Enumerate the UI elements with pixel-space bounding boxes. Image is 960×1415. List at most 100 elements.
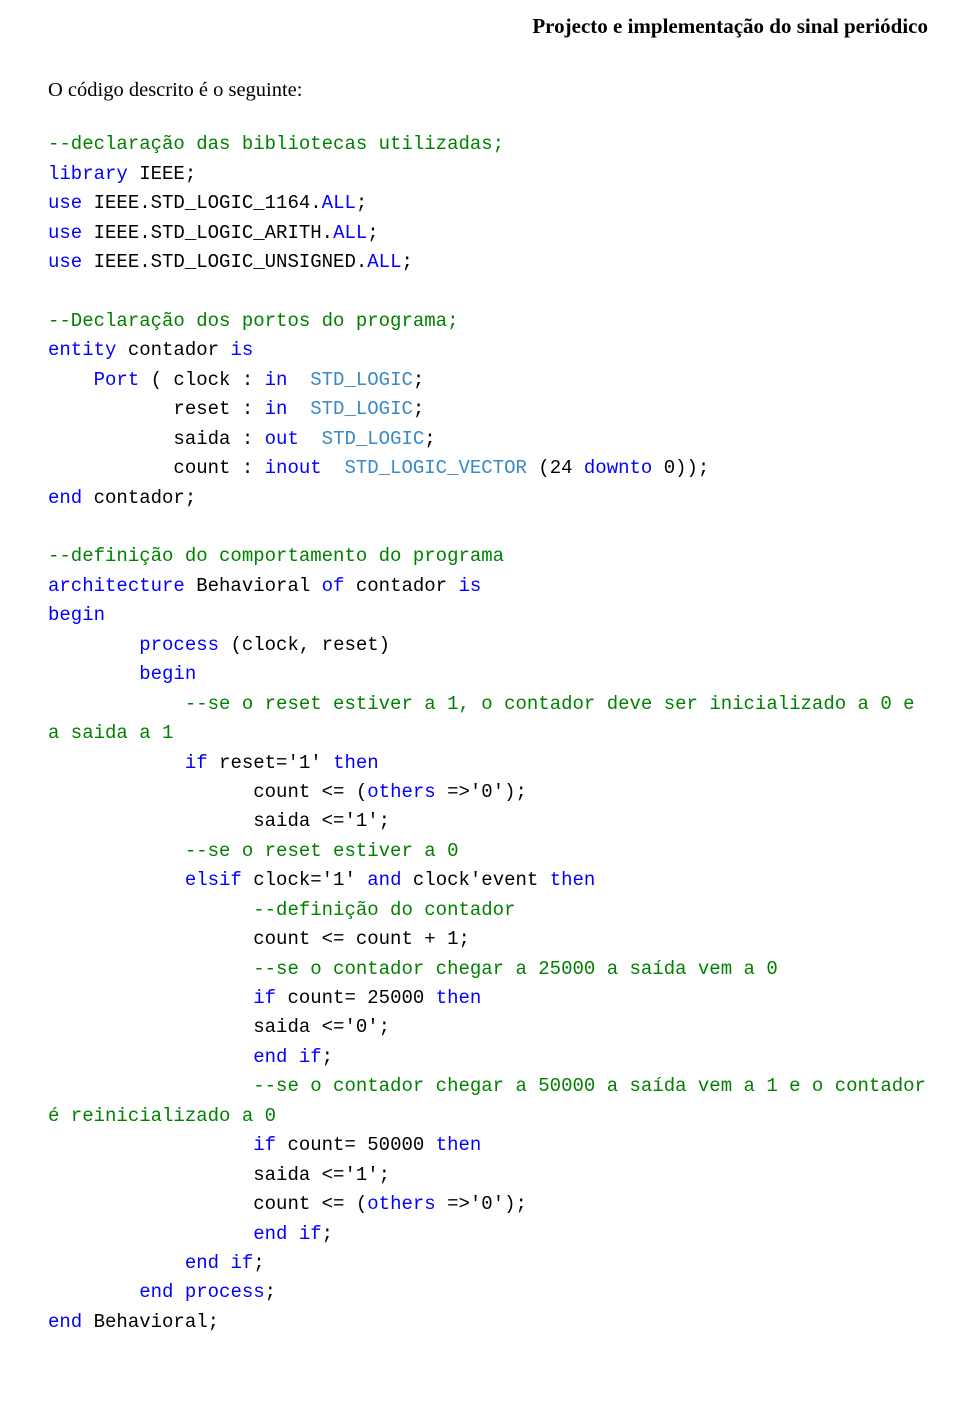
kw-end: end bbox=[48, 487, 82, 509]
txt: (24 bbox=[527, 457, 584, 479]
kw-is: is bbox=[230, 339, 253, 361]
kw-inout: inout bbox=[265, 457, 322, 479]
kw-if: if bbox=[299, 1223, 322, 1245]
kw-end: end bbox=[48, 1311, 82, 1333]
kw-library: library bbox=[48, 163, 128, 185]
txt: IEEE; bbox=[128, 163, 196, 185]
kw-elsif: elsif bbox=[48, 869, 242, 891]
kw-entity: entity bbox=[48, 339, 116, 361]
txt: count= 25000 bbox=[276, 987, 436, 1009]
kw-then: then bbox=[436, 1134, 482, 1156]
txt: ; bbox=[322, 1223, 333, 1245]
kw-end: end bbox=[48, 1252, 219, 1274]
kw-downto: downto bbox=[584, 457, 652, 479]
txt: ; bbox=[356, 192, 367, 214]
kw-in: in bbox=[265, 369, 288, 391]
kw-of: of bbox=[322, 575, 345, 597]
txt: IEEE.STD_LOGIC_UNSIGNED. bbox=[82, 251, 367, 273]
txt: IEEE.STD_LOGIC_ARITH. bbox=[82, 222, 333, 244]
txt: 0)); bbox=[652, 457, 709, 479]
txt: clock'event bbox=[401, 869, 549, 891]
kw-use: use bbox=[48, 222, 82, 244]
txt: count <= ( bbox=[48, 781, 367, 803]
txt: count= 50000 bbox=[276, 1134, 436, 1156]
txt: Behavioral; bbox=[82, 1311, 219, 1333]
kw-if: if bbox=[48, 752, 208, 774]
kw-and: and bbox=[367, 869, 401, 891]
kw-all: ALL bbox=[367, 251, 401, 273]
type-stdlogic: STD_LOGIC bbox=[299, 428, 424, 450]
kw-is: is bbox=[459, 575, 482, 597]
type-stdlogic: STD_LOGIC bbox=[287, 369, 412, 391]
txt: ; bbox=[413, 369, 424, 391]
txt: ; bbox=[253, 1252, 264, 1274]
txt bbox=[287, 1223, 298, 1245]
kw-begin: begin bbox=[48, 663, 196, 685]
kw-process: process bbox=[185, 1281, 265, 1303]
txt: saida : bbox=[48, 428, 265, 450]
txt: clock='1' bbox=[242, 869, 367, 891]
txt: ( clock : bbox=[139, 369, 264, 391]
txt: saida <='1'; bbox=[48, 810, 390, 832]
txt: ; bbox=[424, 428, 435, 450]
txt: contador; bbox=[82, 487, 196, 509]
txt: (clock, reset) bbox=[219, 634, 390, 656]
intro-text: O código descrito é o seguinte: bbox=[48, 75, 928, 107]
kw-out: out bbox=[265, 428, 299, 450]
kw-if: if bbox=[299, 1046, 322, 1068]
kw-end: end bbox=[48, 1281, 173, 1303]
kw-all: ALL bbox=[333, 222, 367, 244]
page-header: Projecto e implementação do sinal periód… bbox=[48, 10, 928, 43]
comment-reset1: --se o reset estiver a 1, o contador dev… bbox=[48, 693, 926, 744]
txt: =>'0'); bbox=[436, 781, 527, 803]
txt: IEEE.STD_LOGIC_1164. bbox=[82, 192, 321, 214]
txt: ; bbox=[401, 251, 412, 273]
txt: =>'0'); bbox=[436, 1193, 527, 1215]
kw-then: then bbox=[436, 987, 482, 1009]
kw-architecture: architecture bbox=[48, 575, 185, 597]
txt: count : bbox=[48, 457, 265, 479]
txt: ; bbox=[413, 398, 424, 420]
comment-defcnt: --definição do contador bbox=[48, 899, 515, 921]
txt: count <= ( bbox=[48, 1193, 367, 1215]
code-block: --declaração das bibliotecas utilizadas;… bbox=[48, 130, 928, 1337]
kw-use: use bbox=[48, 251, 82, 273]
comment-50000: --se o contador chegar a 50000 a saída v… bbox=[48, 1075, 937, 1126]
kw-in: in bbox=[265, 398, 288, 420]
kw-if: if bbox=[48, 987, 276, 1009]
txt: contador bbox=[344, 575, 458, 597]
txt bbox=[287, 1046, 298, 1068]
txt: saida <='1'; bbox=[48, 1164, 390, 1186]
txt: saida <='0'; bbox=[48, 1016, 390, 1038]
kw-process: process bbox=[48, 634, 219, 656]
kw-end: end bbox=[48, 1046, 287, 1068]
kw-then: then bbox=[333, 752, 379, 774]
txt: count <= count + 1; bbox=[48, 928, 470, 950]
kw-all: ALL bbox=[322, 192, 356, 214]
txt: ; bbox=[265, 1281, 276, 1303]
type-stdlogic: STD_LOGIC bbox=[287, 398, 412, 420]
kw-if: if bbox=[230, 1252, 253, 1274]
kw-use: use bbox=[48, 192, 82, 214]
txt bbox=[173, 1281, 184, 1303]
kw-others: others bbox=[367, 1193, 435, 1215]
comment-reset0: --se o reset estiver a 0 bbox=[48, 840, 458, 862]
txt: contador bbox=[116, 339, 230, 361]
txt: reset='1' bbox=[208, 752, 333, 774]
kw-then: then bbox=[550, 869, 596, 891]
kw-end: end bbox=[48, 1223, 287, 1245]
comment-ports: --Declaração dos portos do programa; bbox=[48, 310, 458, 332]
kw-others: others bbox=[367, 781, 435, 803]
txt: ; bbox=[322, 1046, 333, 1068]
kw-if: if bbox=[48, 1134, 276, 1156]
kw-port: Port bbox=[48, 369, 139, 391]
comment-arch: --definição do comportamento do programa bbox=[48, 545, 504, 567]
txt: Behavioral bbox=[185, 575, 322, 597]
txt: ; bbox=[367, 222, 378, 244]
txt bbox=[219, 1252, 230, 1274]
type-stdlogicvector: STD_LOGIC_VECTOR bbox=[322, 457, 527, 479]
comment-libs: --declaração das bibliotecas utilizadas; bbox=[48, 133, 504, 155]
comment-25000: --se o contador chegar a 25000 a saída v… bbox=[48, 958, 778, 980]
txt: reset : bbox=[48, 398, 265, 420]
kw-begin: begin bbox=[48, 604, 105, 626]
